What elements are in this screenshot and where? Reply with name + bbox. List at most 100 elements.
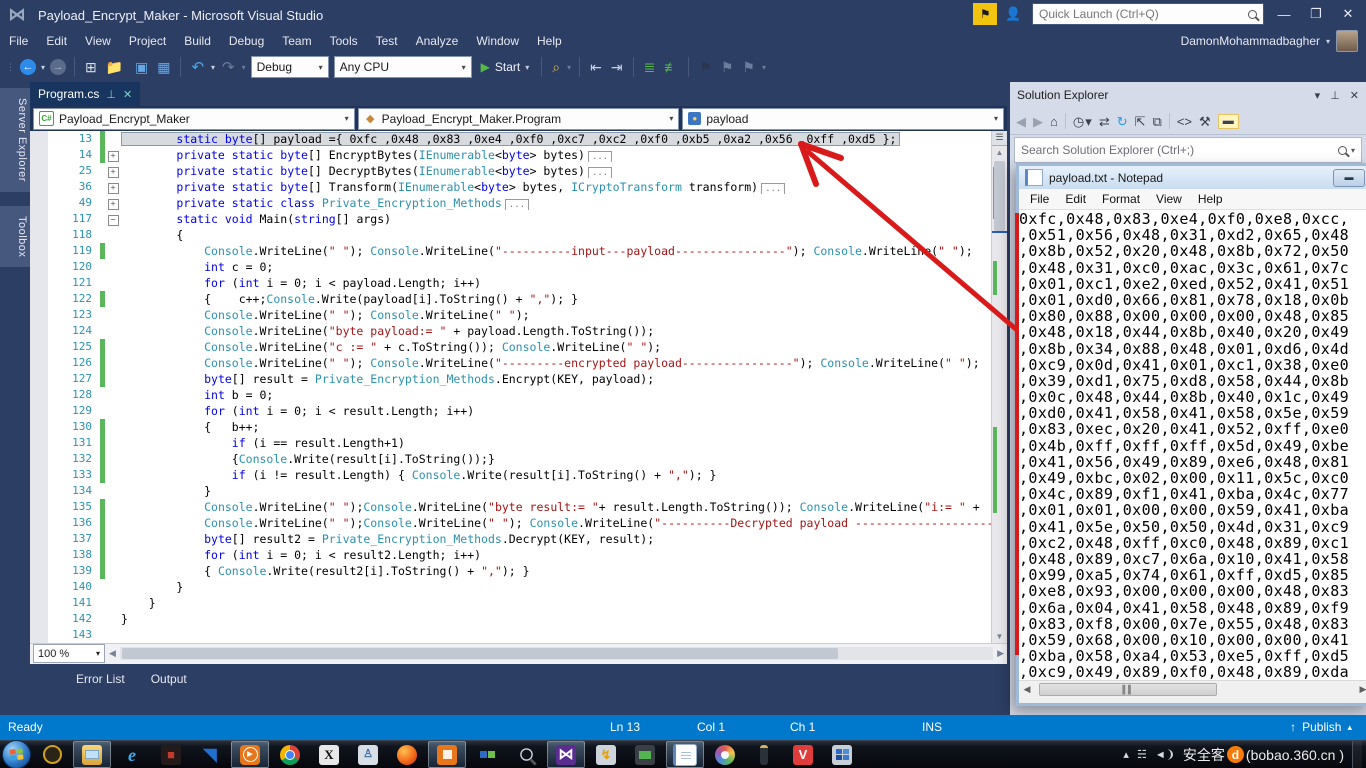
chrome-icon[interactable] [272, 742, 308, 767]
code-line-138[interactable]: 138 for (int i = 0; i < result2.Length; … [30, 547, 991, 563]
fold-margin[interactable]: + [105, 179, 121, 194]
side-tab-toolbox[interactable]: Toolbox [0, 206, 30, 267]
notepad-text-area[interactable]: 0xfc,0x48,0x83,0xe4,0xf0,0xe8,0xcc,,0x51… [1019, 210, 1366, 680]
menu-file[interactable]: File [0, 32, 37, 50]
show-desktop-button[interactable] [1352, 741, 1362, 768]
menu-view[interactable]: View [76, 32, 120, 50]
side-tab-server-explorer[interactable]: Server Explorer [0, 88, 30, 192]
tray-clipboard-icon[interactable]: ☵ [1137, 748, 1147, 761]
pin-panel-icon[interactable]: ⊥ [1330, 89, 1340, 102]
quick-launch-input[interactable]: Quick Launch (Ctrl+Q) [1032, 3, 1264, 25]
tower-app-icon[interactable] [746, 742, 782, 767]
collapsed-region-box[interactable]: ... [761, 183, 785, 194]
user-tool-app-icon[interactable]: ♙ [350, 742, 386, 767]
code-line-142[interactable]: 142} [30, 611, 991, 627]
new-project-icon[interactable]: ⊞ [83, 58, 99, 76]
restore-button[interactable]: ❐ [1304, 6, 1328, 22]
editor-horizontal-scrollbar[interactable] [120, 647, 993, 660]
close-tab-icon[interactable]: ✕ [123, 88, 132, 101]
notepad-title-bar[interactable]: payload.txt - Notepad ▬ [1019, 166, 1366, 189]
editor-vertical-scrollbar[interactable]: ☰ ▲ ▼ [991, 131, 1007, 643]
feedback-icon[interactable]: 👤 [1005, 6, 1024, 22]
solution-explorer-search-input[interactable]: Search Solution Explorer (Ctrl+;) ▾ [1014, 137, 1362, 163]
panel-tab-output[interactable]: Output [151, 672, 187, 715]
toolbar-overflow2-icon[interactable]: ▾ [762, 63, 766, 72]
expand-region-icon[interactable]: + [108, 151, 119, 162]
menu-test[interactable]: Test [367, 32, 407, 50]
notepad-menu-file[interactable]: File [1023, 191, 1056, 207]
notepad-menu-format[interactable]: Format [1095, 191, 1147, 207]
pending-changes-filter-icon[interactable]: ◷ ▾ [1073, 115, 1092, 128]
scroll-up-icon[interactable]: ▲ [992, 146, 1007, 159]
code-line-121[interactable]: 121 for (int i = 0; i < payload.Length; … [30, 275, 991, 291]
refresh-icon[interactable]: ↻ [1117, 115, 1128, 128]
add-item-icon[interactable]: 📁 [104, 58, 128, 76]
home-icon[interactable]: ⌂ [1050, 115, 1058, 128]
code-line-125[interactable]: 125 Console.WriteLine("c := " + c.ToStri… [30, 339, 991, 355]
switch-views-icon[interactable]: ⇄ [1099, 115, 1110, 128]
navigate-forward-code-icon[interactable]: ⇥ [609, 58, 625, 76]
panel-tab-error-list[interactable]: Error List [76, 672, 125, 715]
scrollbar-thumb[interactable] [994, 161, 1005, 231]
toolbar-drag-handle[interactable]: ⋮ [6, 62, 15, 73]
collapsed-region-box[interactable]: ... [588, 151, 612, 162]
code-line-120[interactable]: 120 int c = 0; [30, 259, 991, 275]
minimize-button[interactable]: — [1272, 7, 1296, 22]
code-line-134[interactable]: 134 } [30, 483, 991, 499]
expand-region-icon[interactable]: + [108, 199, 119, 210]
fold-margin[interactable]: + [105, 163, 121, 178]
media-player-dark-app-icon[interactable]: ■ [153, 742, 189, 767]
undo-icon[interactable]: ↶ [189, 58, 206, 77]
np-scroll-right-icon[interactable]: ▶ [1355, 684, 1366, 695]
next-bookmark-icon[interactable]: ⚑ [740, 58, 757, 76]
media-center-icon[interactable] [824, 742, 860, 767]
preview-selected-items-icon[interactable]: ▬ [1218, 114, 1239, 129]
menu-window[interactable]: Window [467, 32, 528, 50]
member-dropdown[interactable]: ● payload▾ [682, 108, 1004, 130]
navigate-back-icon[interactable]: ← [20, 59, 36, 75]
close-panel-icon[interactable]: ✕ [1350, 89, 1359, 102]
hscroll-right-icon[interactable]: ▶ [997, 648, 1004, 659]
code-line-136[interactable]: 136 Console.WriteLine(" ");Console.Write… [30, 515, 991, 531]
code-line-141[interactable]: 141 } [30, 595, 991, 611]
code-line-25[interactable]: 25+ private static byte[] DecryptBytes(I… [30, 163, 991, 179]
paint-app-icon[interactable] [707, 742, 743, 767]
notepad-menu-edit[interactable]: Edit [1058, 191, 1093, 207]
code-line-118[interactable]: 118 { [30, 227, 991, 243]
orange-player-app-icon[interactable]: ▶ [231, 741, 269, 768]
prev-bookmark-icon[interactable]: ⚑ [719, 58, 736, 76]
zoom-select[interactable]: 100 %▾ [33, 644, 105, 663]
np-scroll-left-icon[interactable]: ◀ [1019, 684, 1035, 695]
plugin-app-icon[interactable]: ↯ [588, 742, 624, 767]
code-line-123[interactable]: 123 Console.WriteLine(" "); Console.Writ… [30, 307, 991, 323]
code-line-133[interactable]: 133 if (i != result.Length) { Console.Wr… [30, 467, 991, 483]
collapsed-region-box[interactable]: ... [505, 199, 529, 210]
se-back-icon[interactable]: ◀ [1016, 115, 1026, 128]
save-all-icon[interactable]: ▦ [155, 58, 172, 76]
code-line-131[interactable]: 131 if (i == result.Length+1) [30, 435, 991, 451]
save-icon[interactable]: ▣ [133, 58, 150, 76]
copy-view-icon[interactable]: ⧉ [1153, 115, 1162, 128]
collapse-all-icon[interactable]: ⇱ [1135, 115, 1146, 128]
code-line-139[interactable]: 139 { Console.Write(result2[i].ToString(… [30, 563, 991, 579]
menu-analyze[interactable]: Analyze [407, 32, 468, 50]
properties-wrench-icon[interactable]: ⚒ [1199, 115, 1211, 128]
code-line-130[interactable]: 130 { b++; [30, 419, 991, 435]
collapse-region-icon[interactable]: − [108, 215, 119, 226]
code-line-14[interactable]: 14+ private static byte[] EncryptBytes(I… [30, 147, 991, 163]
monitor-app-icon[interactable] [627, 742, 663, 767]
menu-build[interactable]: Build [175, 32, 220, 50]
windows-start-button[interactable] [2, 740, 31, 768]
bookmark-icon[interactable]: ⚑ [697, 58, 714, 76]
tab-program-cs[interactable]: Program.cs ⊥ ✕ [30, 82, 140, 106]
vivaldi-icon[interactable]: V [785, 742, 821, 767]
solution-platform-select[interactable]: Any CPU▾ [334, 56, 472, 78]
start-debugging-button[interactable]: ▶ Start ▾ [477, 60, 534, 74]
fold-margin[interactable]: + [105, 147, 121, 162]
code-line-129[interactable]: 129 for (int i = 0; i < result.Length; i… [30, 403, 991, 419]
signed-in-user[interactable]: DamonMohammadbagher ▾ [1181, 30, 1358, 52]
code-line-122[interactable]: 122 { c++;Console.Write(payload[i].ToStr… [30, 291, 991, 307]
code-editor[interactable]: 13 static byte[] payload ={ 0xfc ,0x48 ,… [30, 131, 1007, 643]
menu-edit[interactable]: Edit [37, 32, 76, 50]
fold-margin[interactable]: − [105, 211, 121, 226]
